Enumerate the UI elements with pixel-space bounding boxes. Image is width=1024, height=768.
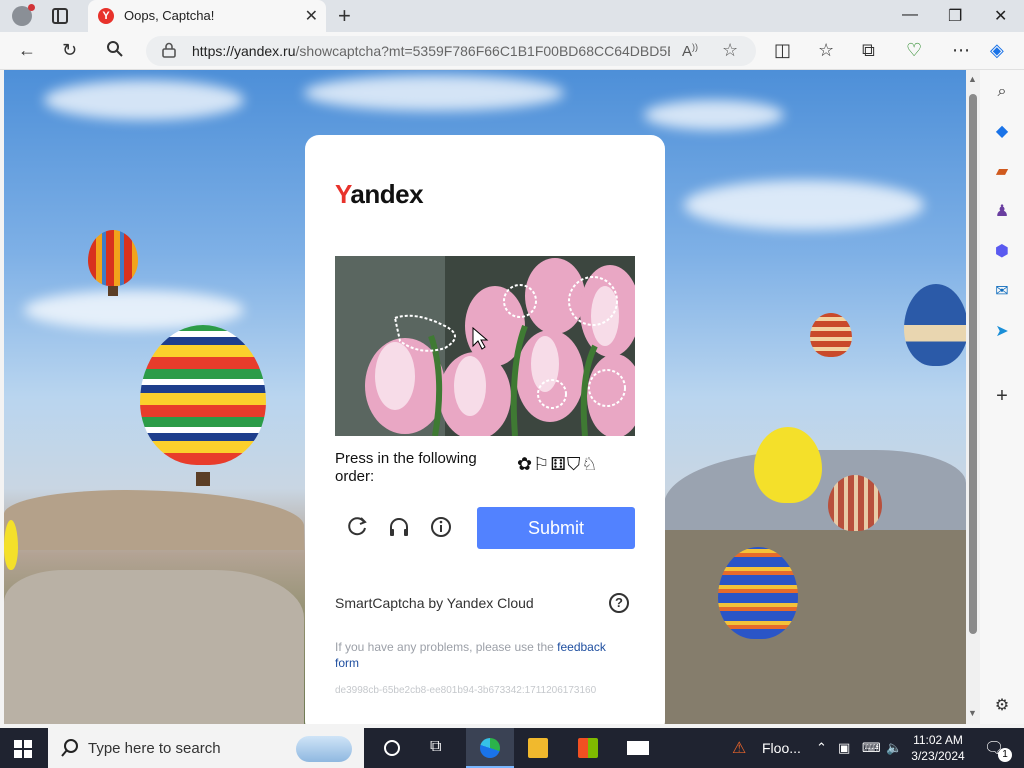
balloon-basket — [196, 472, 210, 486]
window-close-icon[interactable]: ✕ — [994, 6, 1007, 26]
hot-air-balloon — [718, 547, 798, 639]
favorite-star-icon[interactable]: ☆ — [722, 40, 738, 61]
sidebar-m365-icon[interactable]: ⬢ — [992, 242, 1012, 262]
more-menu-icon[interactable]: ⋯ — [952, 40, 970, 60]
sidebar-search-icon[interactable]: ⌕ — [992, 82, 1012, 102]
cloud — [304, 75, 564, 111]
sidebar-tools-icon[interactable]: ▰ — [992, 162, 1012, 182]
restore-icon[interactable]: ❐ — [948, 6, 962, 26]
meet-icon[interactable]: ▣ — [838, 740, 850, 756]
collections-icon[interactable]: ⧉ — [862, 40, 875, 60]
valley — [664, 530, 966, 724]
favorites-icon[interactable]: ☆ — [818, 40, 834, 60]
taskbar-search-placeholder: Type here to search — [88, 740, 221, 757]
notification-count-badge: 1 — [998, 748, 1012, 762]
minimize-icon[interactable]: — — [902, 6, 918, 24]
profile-notification-dot — [28, 4, 35, 11]
taskbar-search-icon — [61, 739, 78, 757]
url-text[interactable]: https://yandex.ru/showcaptcha?mt=5359F78… — [192, 43, 670, 59]
volume-icon[interactable]: 🔈 — [886, 740, 902, 756]
cloud — [24, 290, 244, 330]
sidebar-send-icon[interactable]: ➤ — [992, 322, 1012, 342]
reload-icon[interactable] — [343, 513, 371, 541]
audio-headphones-icon[interactable] — [385, 513, 413, 541]
smartcaptcha-label: SmartCaptcha by Yandex Cloud — [335, 595, 534, 611]
hot-air-balloon — [828, 475, 882, 531]
page-background: Yandex Press in the following order: ✿⚐⚅… — [4, 70, 966, 724]
tab-title: Oops, Captcha! — [124, 8, 215, 23]
hot-air-balloon — [904, 284, 966, 366]
rock-formation — [4, 570, 304, 724]
tab-close-icon[interactable]: ✕ — [305, 6, 318, 26]
tab-bar: Y Oops, Captcha! ✕ + — ❐ ✕ — [0, 0, 1024, 32]
taskbar-search-box[interactable]: Type here to search — [48, 728, 364, 768]
weather-cloud-icon — [296, 736, 352, 762]
tray-chevron-icon[interactable]: ⌃ — [816, 740, 827, 756]
sidebar-add-icon[interactable]: + — [992, 386, 1012, 406]
edge-taskbar-icon[interactable] — [466, 728, 514, 768]
page-scrollbar[interactable]: ▲ ▼ — [966, 70, 980, 724]
tab-captcha[interactable]: Y Oops, Captcha! ✕ — [88, 0, 326, 32]
task-view-cortana-icon[interactable] — [368, 728, 416, 768]
help-icon[interactable]: ? — [609, 593, 629, 613]
scroll-up-icon[interactable]: ▲ — [968, 74, 977, 84]
weather-label[interactable]: Floo... — [762, 740, 801, 756]
order-icons: ✿⚐⚅⛉♘ — [517, 454, 599, 474]
microsoft-store-icon[interactable] — [564, 728, 612, 768]
new-tab-icon[interactable]: + — [338, 3, 351, 29]
sidebar-settings-icon[interactable]: ⚙ — [992, 696, 1012, 716]
hot-air-balloon — [88, 230, 138, 286]
captcha-instruction: Press in the following order: — [335, 450, 477, 485]
hot-air-balloon — [754, 427, 822, 503]
network-icon[interactable]: ⌨ — [862, 740, 881, 756]
sidebar-outlook-icon[interactable]: ✉ — [992, 282, 1012, 302]
rock-formation — [4, 490, 304, 550]
copilot-icon[interactable]: ◈ — [990, 40, 1004, 60]
info-icon[interactable] — [427, 513, 455, 541]
sidebar-shopping-icon[interactable]: ◆ — [992, 122, 1012, 142]
read-aloud-icon[interactable]: A)) — [682, 42, 698, 60]
yandex-logo: Yandex — [335, 179, 424, 209]
scrollbar-thumb[interactable] — [969, 94, 977, 634]
windows-taskbar: Type here to search ⧉ ⚠ Floo... ⌃ ▣ ⌨ 🔈 … — [0, 728, 1024, 768]
file-explorer-icon[interactable] — [514, 728, 562, 768]
lock-icon[interactable] — [162, 42, 176, 58]
search-icon[interactable] — [106, 40, 124, 64]
back-icon[interactable]: ← — [18, 40, 36, 60]
cloud — [44, 80, 244, 120]
captcha-card: Yandex Press in the following order: ✿⚐⚅… — [305, 135, 665, 724]
tab-actions-icon[interactable] — [52, 8, 68, 24]
mail-icon[interactable] — [614, 728, 662, 768]
hot-air-balloon — [140, 325, 266, 465]
taskbar-clock[interactable]: 11:02 AM 3/23/2024 — [908, 732, 968, 764]
submit-button[interactable]: Submit — [477, 507, 635, 549]
refresh-icon[interactable]: ↻ — [62, 40, 77, 60]
yandex-favicon-icon: Y — [98, 8, 114, 24]
balloon-basket — [108, 286, 118, 296]
weather-warning-icon[interactable]: ⚠ — [732, 738, 746, 758]
cloud — [684, 180, 924, 230]
performance-icon[interactable]: ♡ — [906, 40, 922, 60]
scroll-down-icon[interactable]: ▼ — [968, 708, 977, 718]
sidebar-games-icon[interactable]: ♟ — [992, 202, 1012, 222]
hot-air-balloon — [4, 520, 18, 570]
problems-text: If you have any problems, please use the… — [335, 640, 606, 670]
cloud — [644, 100, 784, 130]
address-bar[interactable]: https://yandex.ru/showcaptcha?mt=5359F78… — [146, 36, 756, 66]
task-view-icon[interactable]: ⧉ — [416, 728, 464, 768]
edge-sidebar: ⌕ ◆ ▰ ♟ ⬢ ✉ ➤ + ⚙ — [980, 70, 1024, 724]
captcha-token: de3998cb-65be2cb8-ee801b94-3b673342:1711… — [335, 685, 597, 696]
windows-start-icon[interactable] — [14, 740, 32, 758]
split-screen-icon[interactable]: ◫ — [774, 40, 791, 60]
captcha-image[interactable] — [335, 256, 635, 436]
hot-air-balloon — [810, 313, 852, 357]
browser-toolbar: ← ↻ https://yandex.ru/showcaptcha?mt=535… — [0, 32, 1024, 70]
